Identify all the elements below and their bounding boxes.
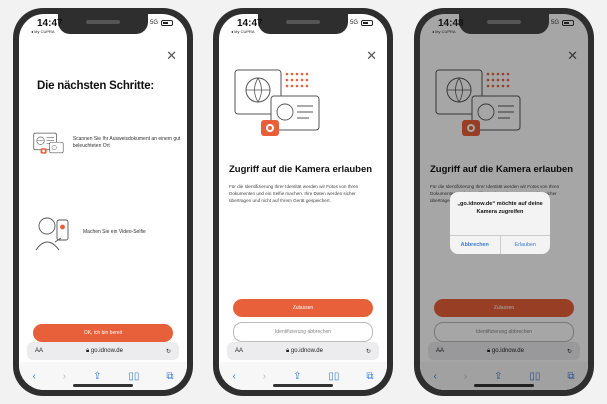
clock: 14:48 <box>438 18 464 29</box>
home-indicator <box>73 384 133 387</box>
status-bar: 5G <box>150 20 173 26</box>
page-title: Zugriff auf die Kamera erlauben <box>229 164 373 175</box>
url-text: 🔒︎ go.idnow.de <box>286 348 323 355</box>
battery-icon <box>562 20 574 26</box>
network-label: 5G <box>149 20 158 26</box>
forward-icon[interactable]: › <box>63 371 66 382</box>
bookmarks-icon[interactable]: ▯▯ <box>328 371 339 382</box>
network-label: 5G <box>550 20 559 26</box>
share-icon[interactable]: ⇪ <box>93 371 101 382</box>
tabs-icon[interactable]: ⧉ <box>166 371 173 382</box>
page-title: Die nächsten Schritte: <box>37 80 155 92</box>
home-indicator <box>273 384 333 387</box>
battery-icon <box>361 20 373 26</box>
step-scan-text: Scannen Sie Ihr Ausweisdokument an einem… <box>72 136 181 149</box>
notch <box>258 14 348 34</box>
phone-3-screen: 14:48 ◂ My CUPRA 5G ✕ Zugriff auf die Ka… <box>420 14 588 390</box>
network-label: 5G <box>349 20 358 26</box>
bookmarks-icon[interactable]: ▯▯ <box>128 371 139 382</box>
back-to-app-link[interactable]: ◂ My CUPRA <box>432 29 456 34</box>
notch <box>58 14 148 34</box>
phone-2-screen: 14:47 ◂ My CUPRA 5G ✕ Zugriff auf die Ka… <box>219 14 387 390</box>
dialog-title: „go.idnow.de“ möchte auf deine Kamera zu… <box>457 201 543 215</box>
selfie-icon <box>35 217 69 251</box>
step-video-selfie: Machen Sie ein Video-Selfie <box>33 212 183 252</box>
reload-icon[interactable]: ↻ <box>166 348 171 355</box>
address-bar[interactable]: AA 🔒︎ go.idnow.de ↻ <box>27 342 179 360</box>
battery-icon <box>161 20 173 26</box>
phone-1-screen: 14:47 ◂ My CUPRA 5G ✕ Die nächsten Schri… <box>19 14 187 390</box>
back-icon[interactable]: ‹ <box>32 371 35 382</box>
status-bar: 5G <box>350 20 373 26</box>
text-size-button[interactable]: AA <box>235 348 243 354</box>
dialog-buttons: Abbrechen Erlauben <box>450 235 550 254</box>
back-to-app-link[interactable]: ◂ My CUPRA <box>231 29 255 34</box>
permission-explanation: Für die Identifizierung Ihrer Identität … <box>229 184 359 203</box>
allow-button[interactable]: Zulassen <box>233 299 373 317</box>
camera-permission-dialog: „go.idnow.de“ möchte auf deine Kamera zu… <box>450 192 550 254</box>
step-selfie-text: Machen Sie ein Video-Selfie <box>83 228 146 235</box>
tabs-icon[interactable]: ⧉ <box>366 371 373 382</box>
clock: 14:47 <box>37 18 63 29</box>
forward-icon[interactable]: › <box>263 371 266 382</box>
dialog-cancel-button[interactable]: Abbrechen <box>450 236 501 254</box>
address-bar[interactable]: AA 🔒︎ go.idnow.de ↻ <box>227 342 379 360</box>
notch <box>459 14 549 34</box>
clock: 14:47 <box>237 18 263 29</box>
url-value: go.idnow.de <box>290 347 323 354</box>
cancel-identification-button[interactable]: Identifizierung abbrechen <box>233 322 373 342</box>
text-size-button[interactable]: AA <box>35 348 43 354</box>
step-scan-document: Scannen Sie Ihr Ausweisdokument an einem… <box>33 126 183 160</box>
phone-1: 14:47 ◂ My CUPRA 5G ✕ Die nächsten Schri… <box>13 8 193 396</box>
url-text: 🔒︎ go.idnow.de <box>86 348 123 355</box>
back-icon[interactable]: ‹ <box>232 371 235 382</box>
lock-icon: 🔒︎ <box>86 347 90 354</box>
reload-icon[interactable]: ↻ <box>366 348 371 355</box>
share-icon[interactable]: ⇪ <box>293 371 301 382</box>
lock-icon: 🔒︎ <box>286 347 290 354</box>
back-to-app-link[interactable]: ◂ My CUPRA <box>31 29 55 34</box>
close-icon[interactable]: ✕ <box>366 48 377 64</box>
camera-permission-illustration <box>234 69 320 136</box>
close-icon[interactable]: ✕ <box>166 48 177 64</box>
dialog-allow-button[interactable]: Erlauben <box>501 236 551 254</box>
url-value: go.idnow.de <box>90 347 123 354</box>
status-bar: 5G <box>551 20 574 26</box>
ready-button[interactable]: OK, ich bin bereit <box>33 324 173 342</box>
phone-2: 14:47 ◂ My CUPRA 5G ✕ Zugriff auf die Ka… <box>213 8 393 396</box>
id-document-icon <box>33 132 64 154</box>
phone-3: 14:48 ◂ My CUPRA 5G ✕ Zugriff auf die Ka… <box>414 8 594 396</box>
